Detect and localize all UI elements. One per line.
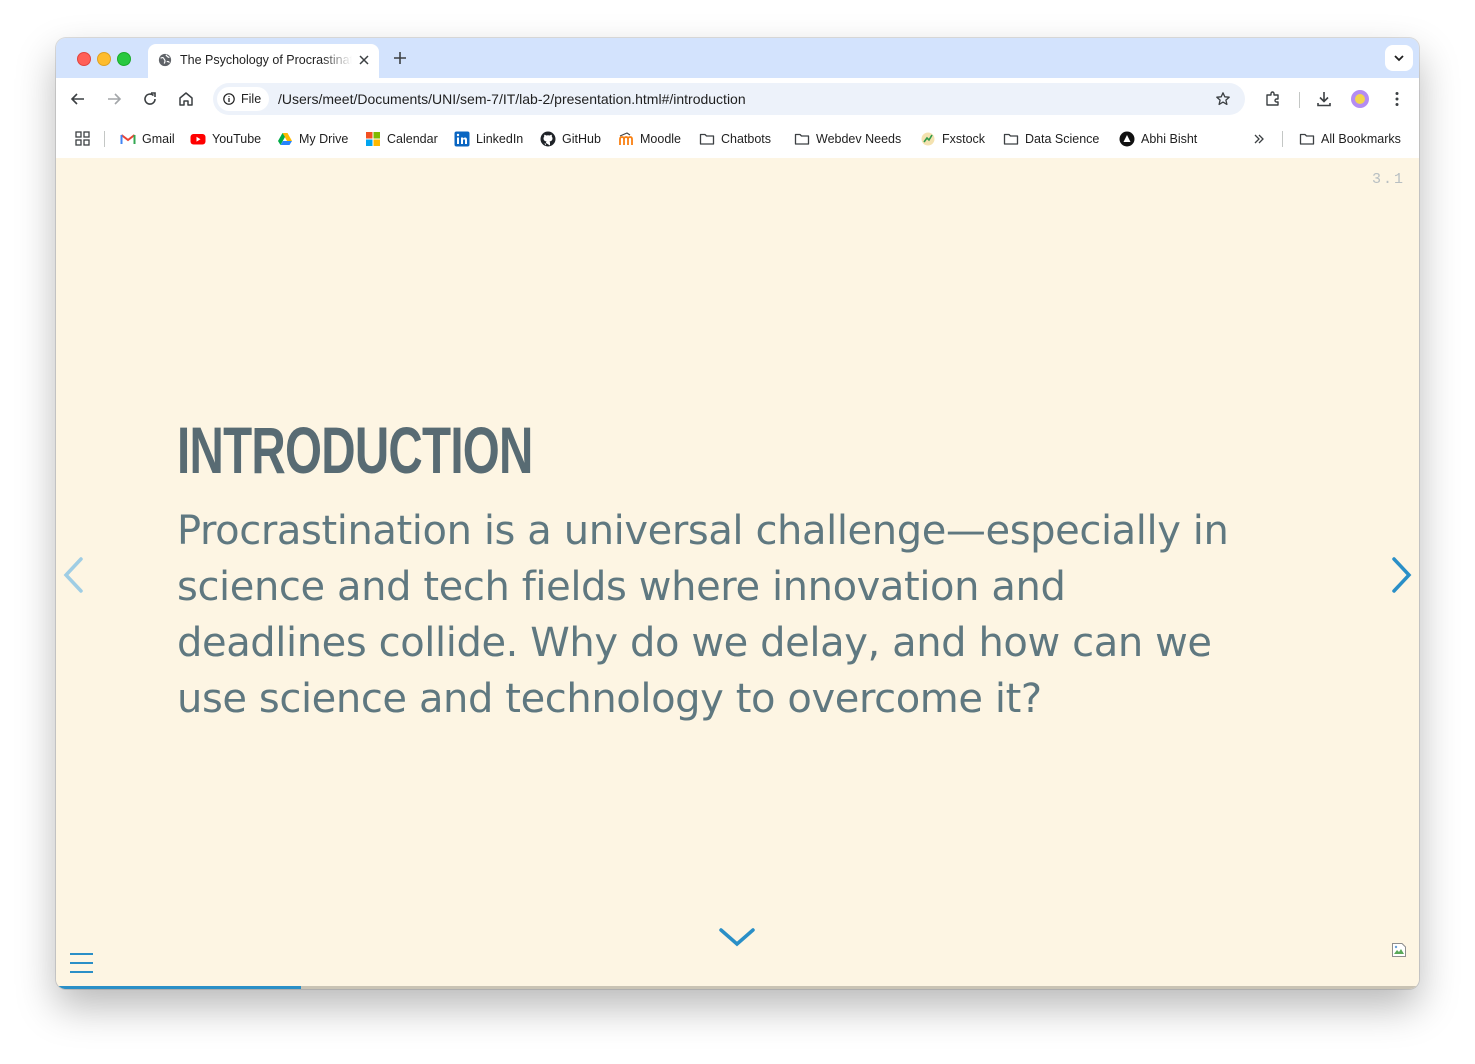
address-bar[interactable]: File /Users/meet/Documents/UNI/sem-7/IT/… xyxy=(213,83,1245,115)
bookmark-label: LinkedIn xyxy=(476,132,524,146)
browser-window: The Psychology of Procrastination File /… xyxy=(56,38,1419,989)
home-icon[interactable] xyxy=(177,90,195,108)
bookmark-moodle[interactable]: Moodle xyxy=(618,130,681,148)
navigate-left-icon[interactable] xyxy=(61,555,85,595)
folder-icon xyxy=(1003,133,1019,145)
fxstock-icon xyxy=(921,132,935,146)
folder-icon xyxy=(794,133,810,145)
bookmark-gmail[interactable]: Gmail xyxy=(120,130,175,148)
slide-body-text: Procrastination is a universal challenge… xyxy=(177,508,1229,722)
new-tab-icon[interactable] xyxy=(392,50,408,66)
bookmark-label: GitHub xyxy=(562,132,601,146)
bookmark-chatbots[interactable]: Chatbots xyxy=(699,130,771,148)
broken-image-icon xyxy=(1392,943,1406,957)
profile-avatar[interactable] xyxy=(1351,90,1369,108)
bookmark-webdev-needs[interactable]: Webdev Needs xyxy=(794,130,901,148)
maximize-window-button[interactable] xyxy=(117,52,131,66)
bookmark-data-science[interactable]: Data Science xyxy=(1003,130,1099,148)
bookmark-calendar[interactable]: Calendar xyxy=(365,130,438,148)
slide-title: Introduction xyxy=(177,413,533,487)
more-bookmarks-icon[interactable] xyxy=(1253,133,1265,145)
toolbar-divider xyxy=(1299,92,1300,108)
bookmark-label: Chatbots xyxy=(721,132,772,146)
download-icon[interactable] xyxy=(1315,90,1333,108)
back-arrow-icon[interactable] xyxy=(69,90,87,108)
progress-bar-fill xyxy=(56,986,302,989)
navigate-right-icon[interactable] xyxy=(1390,555,1414,595)
apps-grid-icon[interactable] xyxy=(75,131,90,146)
bookmark-label: YouTube xyxy=(212,132,262,146)
extensions-icon[interactable] xyxy=(1264,90,1282,108)
youtube-icon xyxy=(190,134,206,145)
reload-icon[interactable] xyxy=(141,90,159,108)
bookmark-youtube[interactable]: YouTube xyxy=(190,130,261,148)
all-bookmarks-label: All Bookmarks xyxy=(1321,132,1401,146)
folder-icon xyxy=(699,133,715,145)
github-icon xyxy=(540,131,556,147)
bookmark-linkedin[interactable]: LinkedIn xyxy=(454,130,523,148)
menu-hamburger-icon[interactable] xyxy=(69,952,94,974)
close-window-button[interactable] xyxy=(77,52,91,66)
gmail-icon xyxy=(120,134,136,144)
toolbar: File /Users/meet/Documents/UNI/sem-7/IT/… xyxy=(56,78,1419,120)
minimize-window-button[interactable] xyxy=(97,52,111,66)
progress-bar xyxy=(56,986,1419,989)
moodle-icon xyxy=(619,132,633,145)
bookmark-label: Calendar xyxy=(387,132,438,146)
url-text[interactable]: /Users/meet/Documents/UNI/sem-7/IT/lab-2… xyxy=(278,91,746,107)
bookmark-label: Data Science xyxy=(1025,132,1100,146)
all-bookmarks[interactable]: All Bookmarks xyxy=(1299,130,1401,148)
drive-icon xyxy=(278,133,292,145)
tab-search-button[interactable] xyxy=(1385,45,1413,71)
bookmark-github[interactable]: GitHub xyxy=(540,130,601,148)
chevron-down-icon xyxy=(1394,55,1404,62)
site-info-chip[interactable]: File xyxy=(217,87,269,111)
abhi-icon xyxy=(1119,131,1135,147)
navigate-down-icon[interactable] xyxy=(718,926,756,948)
presentation-viewport: 3.1 Introduction Procrastination is a un… xyxy=(56,158,1419,989)
bookmark-label: Abhi Bisht xyxy=(1141,132,1198,146)
bookmark-label: Moodle xyxy=(640,132,681,146)
bookmarks-divider-right xyxy=(1282,131,1283,147)
folder-icon xyxy=(1299,133,1315,145)
kebab-menu-icon[interactable] xyxy=(1388,90,1406,108)
bookmarks-divider xyxy=(104,131,105,147)
tab-strip: The Psychology of Procrastination xyxy=(56,38,1419,78)
bookmarks-bar: Gmail YouTube My Drive Calendar LinkedIn… xyxy=(56,120,1419,158)
linkedin-icon xyxy=(454,131,470,147)
forward-arrow-icon[interactable] xyxy=(105,90,123,108)
close-tab-icon[interactable] xyxy=(357,53,371,67)
bookmark-label: Fxstock xyxy=(942,132,986,146)
bookmark-abhi-bisht[interactable]: Abhi Bisht xyxy=(1119,130,1197,148)
info-icon xyxy=(223,93,235,105)
bookmark-fxstock[interactable]: Fxstock xyxy=(920,130,985,148)
site-info-label: File xyxy=(241,92,262,106)
bookmark-my-drive[interactable]: My Drive xyxy=(277,130,348,148)
bookmark-label: My Drive xyxy=(299,132,349,146)
active-tab[interactable]: The Psychology of Procrastination xyxy=(148,44,379,78)
slide-number: 3.1 xyxy=(1371,171,1405,188)
globe-icon xyxy=(158,53,172,67)
bookmark-label: Gmail xyxy=(142,132,175,146)
tab-title: The Psychology of Procrastination xyxy=(180,53,352,67)
bookmark-star-icon[interactable] xyxy=(1215,91,1231,107)
microsoft-icon xyxy=(366,132,380,146)
bookmark-label: Webdev Needs xyxy=(816,132,902,146)
